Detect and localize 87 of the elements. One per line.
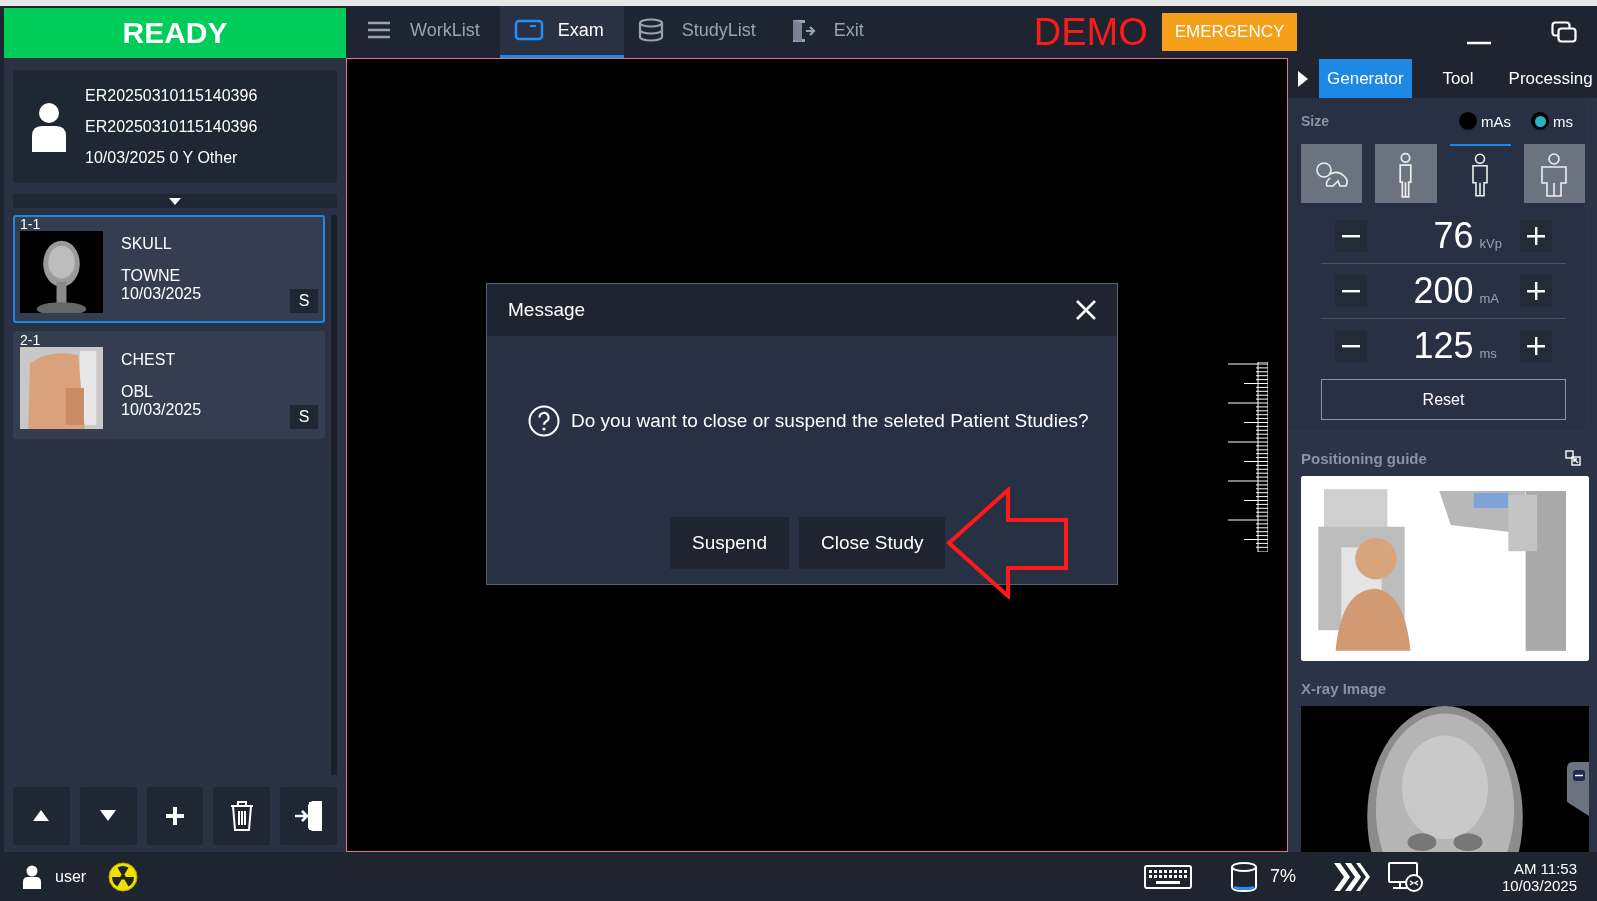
side-handle-icon[interactable] — [1567, 762, 1589, 817]
caret-icon — [169, 197, 181, 205]
study-date: 10/03/2025 — [121, 401, 202, 419]
expand-icon[interactable] — [1298, 70, 1308, 87]
study-item[interactable]: 2-1 CHEST OBL 10/03/2025 S — [13, 331, 325, 439]
status-badge: S — [290, 289, 318, 313]
nav-tab[interactable]: WorkList — [352, 6, 500, 58]
plus-icon — [1527, 227, 1545, 246]
minus-icon — [1342, 344, 1360, 348]
move-down-button[interactable] — [79, 787, 137, 845]
plus-icon — [1527, 337, 1545, 356]
dialog-button[interactable]: Suspend — [670, 517, 789, 569]
increase-button[interactable] — [1520, 330, 1552, 363]
nav-tab[interactable]: Exam — [499, 6, 624, 58]
body-figure-icon — [1540, 151, 1569, 198]
study-number: 2-1 — [20, 333, 42, 347]
plus-icon — [1527, 282, 1545, 301]
increase-button[interactable] — [1520, 275, 1552, 308]
storage-usage: 7% — [1269, 866, 1296, 887]
question-icon — [528, 405, 560, 437]
decrease-button[interactable] — [1335, 275, 1367, 308]
trash-icon — [228, 799, 255, 833]
dialog-title: Message — [508, 299, 586, 321]
param-value: 76 — [1432, 215, 1474, 258]
view-name: OBL — [121, 383, 153, 401]
nav-tab[interactable]: StudyList — [623, 6, 776, 58]
panel-tab[interactable]: Generator — [1318, 59, 1412, 99]
clock-date: 10/03/2025 — [1501, 876, 1577, 894]
restore-icon[interactable] — [1551, 21, 1577, 43]
patient-info: ER20250310115140396 — [85, 86, 258, 105]
panel-tab[interactable]: Tool — [1411, 59, 1505, 99]
minimize-icon[interactable] — [1467, 40, 1491, 46]
param-value: 125 — [1412, 325, 1474, 368]
param-unit: mA — [1479, 291, 1500, 307]
section-title: X-ray Image — [1301, 680, 1387, 698]
decrease-button[interactable] — [1335, 220, 1367, 253]
decrease-button[interactable] — [1335, 330, 1367, 363]
person-icon — [31, 101, 67, 152]
panel-tab[interactable]: Processing — [1504, 59, 1597, 99]
exit-button[interactable] — [280, 787, 337, 845]
body-part: SKULL — [121, 235, 172, 253]
fast-forward-icon[interactable] — [1333, 862, 1370, 891]
size-label: Size — [1301, 113, 1329, 130]
user-name: user — [55, 867, 87, 886]
status-badge: S — [290, 405, 318, 429]
minus-icon — [1342, 289, 1360, 293]
patient-info: ER20250310115140396 — [85, 117, 258, 136]
move-up-button[interactable] — [13, 787, 70, 845]
keyboard-icon[interactable] — [1143, 864, 1192, 889]
study-date: 10/03/2025 — [121, 285, 202, 303]
delete-button[interactable] — [213, 787, 271, 845]
demo-label: DEMO — [1033, 10, 1148, 54]
close-button[interactable] — [1075, 299, 1097, 321]
dialog-button[interactable]: Close Study — [799, 517, 946, 569]
mode-radio[interactable]: mAs — [1459, 112, 1511, 131]
body-size-button[interactable] — [1301, 144, 1363, 204]
close-icon — [1075, 299, 1097, 321]
clock-time: AM 11:53 — [1513, 859, 1577, 877]
remote-desktop-icon[interactable] — [1387, 861, 1424, 892]
monitor-icon — [513, 18, 544, 43]
view-name: TOWNE — [121, 267, 181, 285]
minus-icon — [1342, 234, 1360, 238]
status-indicator: READY — [4, 8, 346, 58]
body-figure-icon — [1471, 151, 1490, 198]
user-icon — [22, 864, 42, 889]
storage-icon — [1229, 861, 1258, 892]
param-unit: kVp — [1479, 236, 1503, 252]
nav-tab[interactable]: Exit — [775, 6, 884, 58]
door-arrow-icon — [293, 799, 324, 833]
body-part: CHEST — [121, 351, 176, 369]
section-title: Positioning guide — [1301, 449, 1427, 467]
study-item[interactable]: 1-1 SKULL TOWNE 10/03/2025 S — [13, 215, 325, 323]
crawling-baby-icon — [1313, 161, 1350, 188]
param-unit: ms — [1479, 346, 1498, 362]
enlarge-icon[interactable] — [1565, 450, 1581, 467]
dialog-message: Do you want to close or suspend the seleted Patient Studies? — [571, 410, 1089, 432]
body-figure-icon — [1398, 151, 1414, 198]
reset-button[interactable]: Reset — [1321, 379, 1566, 421]
increase-button[interactable] — [1520, 220, 1552, 253]
mode-radio[interactable]: ms — [1531, 112, 1573, 131]
add-button[interactable] — [146, 787, 204, 845]
radiation-icon — [108, 861, 139, 892]
patient-info: 10/03/2025 0 Y Other — [85, 148, 239, 167]
param-value: 200 — [1412, 270, 1474, 313]
plus-icon — [166, 807, 184, 825]
study-number: 1-1 — [20, 217, 42, 231]
body-size-button[interactable] — [1523, 144, 1585, 204]
